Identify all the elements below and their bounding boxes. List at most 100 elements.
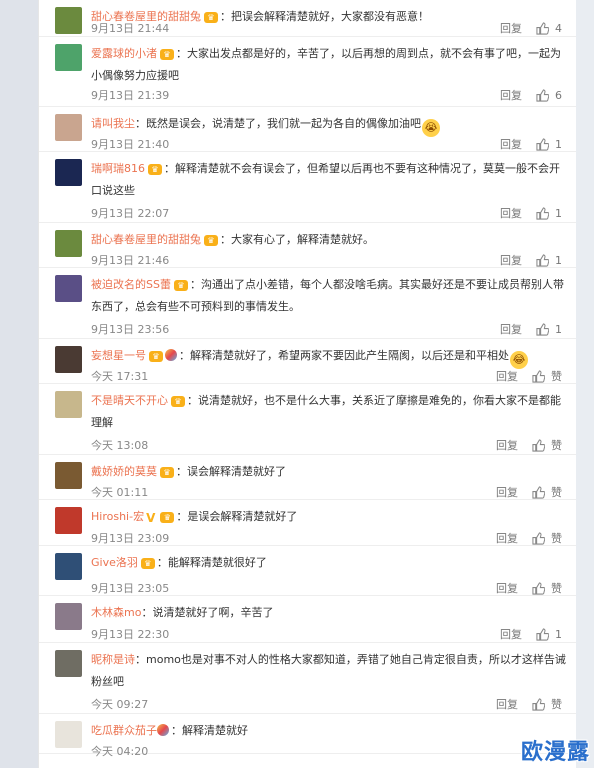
comment-content: 被迫改名的SS蕾 ♛ ：沟通出了点小差错，每个人都没啥毛病。其实最好还是不要让成员帮… [91, 274, 569, 318]
avatar[interactable] [55, 507, 82, 534]
like-count: 1 [555, 206, 562, 220]
username-link[interactable]: 不是晴天不开心 [91, 394, 168, 407]
comment-text: ：解释清楚就好 [171, 724, 248, 737]
avatar[interactable] [55, 44, 82, 71]
comment-time: 9月13日 21:39 [91, 89, 170, 102]
fan-heart-icon [165, 349, 177, 361]
reply-button[interactable]: 回复 [496, 368, 518, 384]
comment-text: ：momo也是对事不对人的性格大家都知道，弄错了她自己肯定很自责，所以才这样告诫… [91, 653, 566, 688]
like-count: 赞 [551, 370, 562, 383]
comment-actions: 回复 4 [500, 20, 562, 36]
avatar[interactable] [55, 462, 82, 489]
comment-row: 昵称是诗：momo也是对事不对人的性格大家都知道，弄错了她自己肯定很自责，所以才… [39, 643, 576, 714]
reply-button[interactable]: 回复 [500, 136, 522, 152]
comment-actions: 回复 1 [500, 626, 562, 642]
username-link[interactable]: 吃瓜群众茄子 [91, 724, 157, 737]
comment-content: 戴娇娇的莫莫 ♛ ：误会解释清楚就好了 [91, 461, 569, 483]
comment-time: 今天 09:27 [91, 698, 149, 711]
username-link[interactable]: 戴娇娇的莫莫 [91, 465, 157, 478]
like-button[interactable]: 赞 [532, 484, 562, 500]
thumbs-up-icon [532, 581, 545, 595]
comment-time: 9月13日 21:44 [91, 22, 170, 35]
comment-row: 爱露球的小渚 ♛ ：大家出发点都是好的，辛苦了，以后再想的周到点，就不会有事了吧，一… [39, 37, 576, 107]
like-button[interactable]: 1 [536, 254, 562, 267]
avatar[interactable] [55, 721, 82, 748]
username-link[interactable]: 甜心春卷屋里的甜甜兔 [91, 233, 201, 246]
username-link[interactable]: 瑞啊瑞816 [91, 162, 145, 175]
comment-content: 吃瓜群众茄子 ：解释清楚就好 [91, 720, 569, 742]
comment-content: Hiroshi-宏 V ♛ ：是误会解释清楚就好了 [91, 506, 569, 528]
comment-time: 9月13日 22:07 [91, 207, 170, 220]
avatar[interactable] [55, 553, 82, 580]
avatar[interactable] [55, 603, 82, 630]
like-button[interactable]: 赞 [532, 368, 562, 384]
username-link[interactable]: 昵称是诗 [91, 653, 135, 666]
comment-row: 戴娇娇的莫莫 ♛ ：误会解释清楚就好了今天 01:11 回复 赞 [39, 455, 576, 500]
vip-badge-icon: ♛ [173, 280, 188, 291]
comment-content: 瑞啊瑞816 ♛ ：解释清楚就不会有误会了，但希望以后再也不要有这种情况了，莫莫一般… [91, 158, 569, 202]
username-link[interactable]: 爱露球的小渚 [91, 47, 157, 60]
verified-v-icon: V [146, 511, 156, 525]
avatar[interactable] [55, 346, 82, 373]
fan-heart-icon [157, 724, 169, 736]
username-link[interactable]: 被迫改名的SS蕾 [91, 278, 171, 291]
reply-button[interactable]: 回复 [496, 530, 518, 546]
comment-content: 甜心春卷屋里的甜甜兔 ♛ ：大家有心了，解释清楚就好。 [91, 229, 569, 251]
vip-badge-icon: ♛ [149, 351, 163, 362]
thumbs-up-icon [536, 627, 549, 641]
comment-time: 9月13日 23:09 [91, 532, 170, 545]
reply-button[interactable]: 回复 [496, 696, 518, 712]
avatar[interactable] [55, 7, 82, 34]
vip-badge-icon: ♛ [140, 558, 155, 569]
vip-badge-icon: ♛ [171, 396, 185, 407]
like-button[interactable]: 1 [536, 628, 562, 641]
vip-badge-icon: ♛ [160, 512, 175, 523]
vip-badge-icon: ♛ [160, 467, 174, 478]
avatar[interactable] [55, 230, 82, 257]
like-button[interactable]: 6 [536, 89, 562, 102]
watermark: 欧漫露 [520, 740, 590, 765]
like-button[interactable]: 1 [536, 207, 562, 220]
like-button[interactable]: 赞 [532, 437, 562, 453]
avatar[interactable] [55, 391, 82, 418]
like-button[interactable]: 4 [536, 22, 562, 35]
like-count: 1 [555, 322, 562, 336]
comment-row: 吃瓜群众茄子 ：解释清楚就好 今天 04:20 [39, 714, 576, 758]
comment-time: 今天 01:11 [91, 486, 149, 499]
username-link[interactable]: 妄想星一号 [91, 349, 146, 362]
reply-button[interactable]: 回复 [500, 205, 522, 221]
thumbs-up-icon [532, 369, 545, 383]
vip-badge-icon: ♛ [160, 49, 174, 60]
avatar[interactable] [55, 114, 82, 141]
comment-row: 瑞啊瑞816 ♛ ：解释清楚就不会有误会了，但希望以后再也不要有这种情况了，莫莫一般… [39, 152, 576, 223]
username-link[interactable]: 请叫我尘 [91, 117, 135, 130]
like-button[interactable]: 赞 [532, 530, 562, 546]
reply-button[interactable]: 回复 [500, 321, 522, 337]
username-link[interactable]: 木林森mo [91, 606, 141, 619]
comment-row: Give洛羽 ♛ ：能解释清楚就很好了 9月13日 23:05 回复 赞 [39, 546, 576, 596]
reply-button[interactable]: 回复 [500, 252, 522, 268]
reply-button[interactable]: 回复 [500, 20, 522, 36]
reply-button[interactable]: 回复 [500, 87, 522, 103]
comment-row: 甜心春卷屋里的甜甜兔 ♛ ：把误会解释清楚就好，大家都没有恶意！ 9月13日 21:4… [39, 0, 576, 37]
avatar[interactable] [55, 275, 82, 302]
like-button[interactable]: 1 [536, 323, 562, 336]
like-button[interactable]: 赞 [532, 580, 562, 596]
thumbs-up-icon [536, 137, 549, 151]
reply-button[interactable]: 回复 [500, 626, 522, 642]
reply-button[interactable]: 回复 [496, 437, 518, 453]
thumbs-up-icon [536, 253, 549, 267]
reply-button[interactable]: 回复 [496, 484, 518, 500]
comment-text: ：大家有心了，解释清楚就好。 [220, 233, 374, 246]
avatar[interactable] [55, 650, 82, 677]
username-link[interactable]: Hiroshi-宏 [91, 510, 144, 523]
username-link[interactable]: Give洛羽 [91, 556, 138, 569]
like-button[interactable]: 1 [536, 138, 562, 151]
comment-content: 昵称是诗：momo也是对事不对人的性格大家都知道，弄错了她自己肯定很自责，所以才… [91, 649, 569, 693]
like-button[interactable]: 赞 [532, 696, 562, 712]
thumbs-up-icon [536, 206, 549, 220]
like-count: 1 [555, 627, 562, 641]
like-count: 1 [555, 253, 562, 267]
avatar[interactable] [55, 159, 82, 186]
reply-button[interactable]: 回复 [496, 580, 518, 596]
